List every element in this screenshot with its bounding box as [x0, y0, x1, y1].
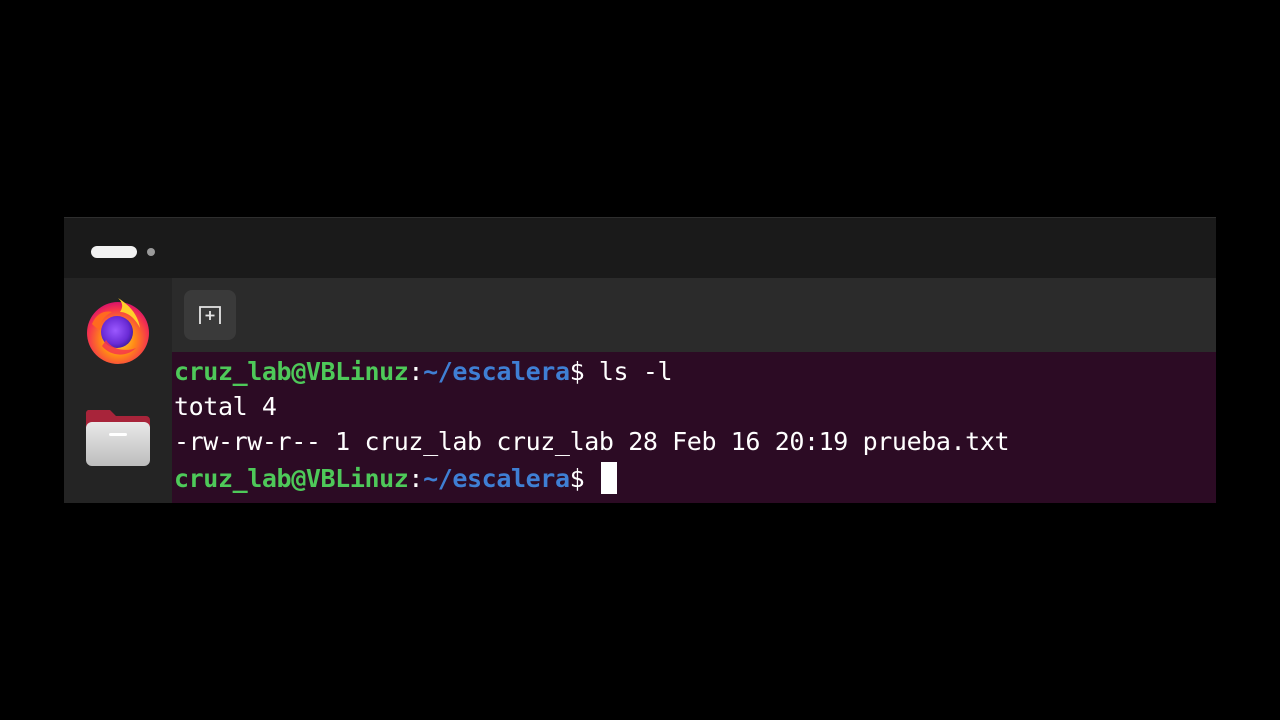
- workspace-indicator[interactable]: [147, 248, 155, 256]
- dock: [64, 278, 172, 503]
- new-tab-icon: [199, 306, 221, 324]
- firefox-icon: [87, 298, 149, 364]
- workspace-indicator-active[interactable]: [91, 246, 137, 258]
- terminal-output[interactable]: cruz_lab@VBLinuz:~/escalera$ ls -l total…: [172, 352, 1216, 503]
- prompt-path: ~/escalera: [423, 464, 570, 493]
- terminal-header: [172, 278, 1216, 352]
- prompt-dollar: $: [569, 357, 585, 386]
- dock-item-firefox[interactable]: [82, 294, 154, 366]
- prompt-dollar: $: [569, 464, 585, 493]
- output-line: -rw-rw-r-- 1 cruz_lab cruz_lab 28 Feb 16…: [174, 427, 1010, 456]
- top-bar: [64, 218, 1216, 278]
- prompt-user-host: cruz_lab@VBLinuz: [174, 464, 409, 493]
- text-cursor: [600, 462, 617, 494]
- prompt-user-host: cruz_lab@VBLinuz: [174, 357, 409, 386]
- prompt-colon: :: [408, 464, 424, 493]
- terminal-window: cruz_lab@VBLinuz:~/escalera$ ls -l total…: [172, 278, 1216, 503]
- prompt-line: cruz_lab@VBLinuz:~/escalera$ ls -l: [174, 357, 673, 387]
- prompt-line: cruz_lab@VBLinuz:~/escalera$: [174, 462, 617, 494]
- prompt-path: ~/escalera: [423, 357, 570, 386]
- command-text: [584, 464, 599, 493]
- command-text: ls -l: [584, 357, 673, 386]
- new-tab-button[interactable]: [184, 290, 236, 340]
- desktop-window: cruz_lab@VBLinuz:~/escalera$ ls -l total…: [64, 217, 1216, 503]
- output-line: total 4: [174, 392, 277, 421]
- folder-icon: [85, 410, 150, 466]
- prompt-colon: :: [408, 357, 424, 386]
- dock-item-files[interactable]: [82, 400, 154, 472]
